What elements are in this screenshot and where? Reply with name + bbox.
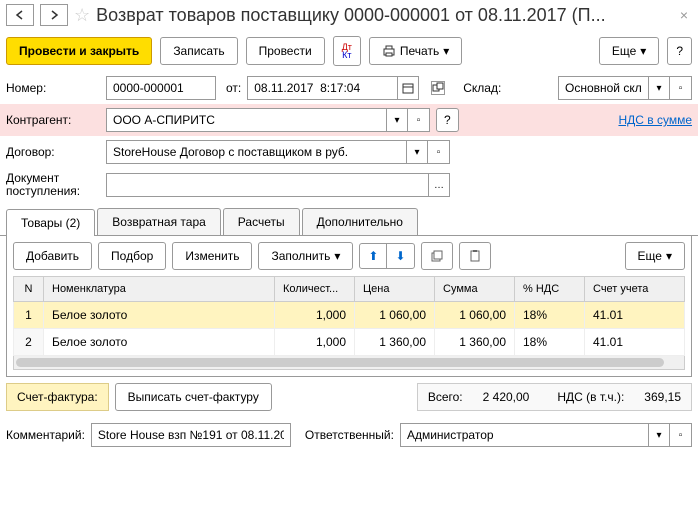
change-button[interactable]: Изменить: [172, 242, 252, 270]
contract-dropdown-button[interactable]: ▾: [406, 140, 428, 164]
arrow-down-icon: ⬇: [395, 249, 405, 263]
comment-input[interactable]: [91, 423, 291, 447]
cell-price: 1 360,00: [355, 329, 435, 356]
cell-sum: 1 060,00: [435, 302, 515, 329]
contract-label: Договор:: [6, 145, 100, 159]
vat-label: НДС (в т.ч.):: [557, 390, 624, 404]
warehouse-open-button[interactable]: ▫: [670, 76, 692, 100]
comment-label: Комментарий:: [6, 428, 85, 442]
print-button[interactable]: Печать ▾: [369, 37, 462, 65]
counterparty-open-button[interactable]: ▫: [408, 108, 430, 132]
responsible-open-button[interactable]: ▫: [670, 423, 692, 447]
arrow-up-icon: ⬆: [368, 249, 378, 263]
col-account[interactable]: Счет учета: [585, 277, 685, 302]
counterparty-input[interactable]: [106, 108, 386, 132]
receipt-doc-select-button[interactable]: …: [428, 173, 450, 197]
warehouse-dropdown-button[interactable]: ▾: [648, 76, 670, 100]
cell-nomenclature: Белое золото: [44, 302, 275, 329]
table-row[interactable]: 2Белое золото1,0001 360,001 360,0018%41.…: [14, 329, 685, 356]
col-sum[interactable]: Сумма: [435, 277, 515, 302]
cell-account: 41.01: [585, 329, 685, 356]
fill-button[interactable]: Заполнить ▾: [258, 242, 353, 270]
counterparty-dropdown-button[interactable]: ▾: [386, 108, 408, 132]
responsible-dropdown-button[interactable]: ▾: [648, 423, 670, 447]
goods-table: N Номенклатура Количест... Цена Сумма % …: [13, 276, 685, 356]
receipt-doc-input[interactable]: [106, 173, 428, 197]
from-label: от:: [226, 81, 241, 95]
horizontal-scrollbar[interactable]: [13, 356, 685, 370]
counterparty-help-button[interactable]: ?: [436, 108, 459, 132]
total-value: 2 420,00: [483, 390, 530, 404]
cell-account: 41.01: [585, 302, 685, 329]
pick-button[interactable]: Подбор: [98, 242, 166, 270]
contract-input[interactable]: [106, 140, 406, 164]
tab-additional[interactable]: Дополнительно: [302, 208, 418, 235]
responsible-input[interactable]: [400, 423, 648, 447]
paste-button[interactable]: [459, 242, 491, 270]
cell-vat: 18%: [515, 302, 585, 329]
paste-icon: [468, 249, 482, 263]
nav-back-button[interactable]: [6, 4, 34, 26]
chevron-down-icon: ▾: [666, 249, 672, 263]
warehouse-label: Склад:: [463, 81, 501, 95]
add-button[interactable]: Добавить: [13, 242, 92, 270]
print-label: Печать: [400, 44, 439, 58]
print-icon: [382, 45, 396, 57]
cell-sum: 1 360,00: [435, 329, 515, 356]
post-button[interactable]: Провести: [246, 37, 325, 65]
date-input[interactable]: [247, 76, 397, 100]
calendar-icon: [402, 82, 414, 94]
write-invoice-button[interactable]: Выписать счет-фактуру: [115, 383, 272, 411]
responsible-label: Ответственный:: [305, 428, 394, 442]
copy-icon: [430, 249, 444, 263]
cell-quantity: 1,000: [275, 302, 355, 329]
col-price[interactable]: Цена: [355, 277, 435, 302]
vat-value: 369,15: [644, 390, 681, 404]
save-button[interactable]: Записать: [160, 37, 237, 65]
move-down-button[interactable]: ⬇: [387, 244, 413, 268]
move-up-button[interactable]: ⬆: [360, 244, 387, 268]
warehouse-input[interactable]: [558, 76, 648, 100]
receipt-doc-label: Документ поступления:: [6, 172, 100, 198]
chevron-down-icon: ▾: [443, 44, 449, 58]
col-n[interactable]: N: [14, 277, 44, 302]
number-label: Номер:: [6, 81, 100, 95]
tab-goods[interactable]: Товары (2): [6, 209, 95, 236]
counterparty-label: Контрагент:: [6, 113, 100, 127]
post-and-close-button[interactable]: Провести и закрыть: [6, 37, 152, 65]
table-row[interactable]: 1Белое золото1,0001 060,001 060,0018%41.…: [14, 302, 685, 329]
nav-forward-button[interactable]: [40, 4, 68, 26]
cell-price: 1 060,00: [355, 302, 435, 329]
invoice-label: Счет-фактура:: [6, 383, 109, 411]
cell-n: 1: [14, 302, 44, 329]
link-button[interactable]: [431, 81, 445, 95]
tab-settlements[interactable]: Расчеты: [223, 208, 300, 235]
link-icon: [432, 82, 444, 94]
close-button[interactable]: ×: [676, 7, 692, 23]
copy-button[interactable]: [421, 242, 453, 270]
chevron-down-icon: ▾: [334, 249, 340, 263]
help-button[interactable]: ?: [667, 37, 692, 65]
cell-nomenclature: Белое золото: [44, 329, 275, 356]
tab-more-button[interactable]: Еще ▾: [625, 242, 685, 270]
tab-containers[interactable]: Возвратная тара: [97, 208, 221, 235]
col-nomenclature[interactable]: Номенклатура: [44, 277, 275, 302]
total-label: Всего:: [428, 390, 463, 404]
debit-credit-button[interactable]: ДтКт: [333, 36, 361, 66]
cell-vat: 18%: [515, 329, 585, 356]
totals-box: Всего: 2 420,00 НДС (в т.ч.): 369,15: [417, 383, 692, 411]
col-quantity[interactable]: Количест...: [275, 277, 355, 302]
col-vat[interactable]: % НДС: [515, 277, 585, 302]
calendar-button[interactable]: [397, 76, 419, 100]
vat-mode-link[interactable]: НДС в сумме: [618, 113, 692, 127]
window-title: Возврат товаров поставщику 0000-000001 о…: [96, 5, 670, 26]
cell-n: 2: [14, 329, 44, 356]
number-input[interactable]: [106, 76, 216, 100]
contract-open-button[interactable]: ▫: [428, 140, 450, 164]
more-button[interactable]: Еще ▾: [599, 37, 659, 65]
cell-quantity: 1,000: [275, 329, 355, 356]
chevron-down-icon: ▾: [640, 44, 646, 58]
favorite-star-icon[interactable]: ☆: [74, 5, 90, 26]
